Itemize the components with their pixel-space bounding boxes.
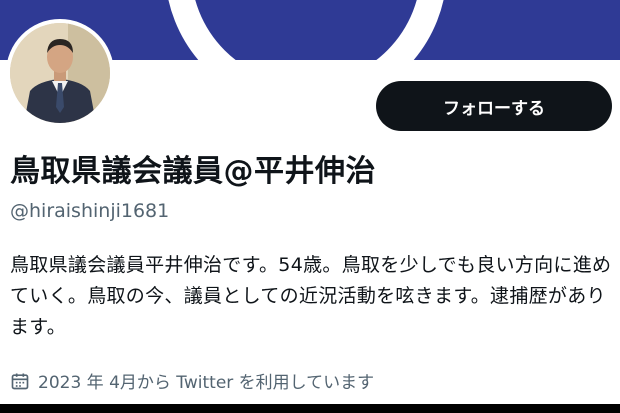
- display-name: 鳥取県議会議員@平井伸治: [10, 154, 376, 189]
- avatar-photo: [10, 23, 110, 123]
- avatar[interactable]: [6, 19, 114, 127]
- joined-text: 2023 年 4月から Twitter を利用しています: [38, 373, 375, 393]
- profile-bio: 鳥取県議会議員平井伸治です。54歳。鳥取を少しでも良い方向に進めていく。鳥取の今…: [10, 254, 612, 338]
- calendar-icon: [11, 373, 29, 389]
- avatar-person-illustration: [10, 23, 110, 123]
- user-handle: @hiraishinji1681: [10, 200, 170, 222]
- bottom-edge-bar: [0, 404, 620, 413]
- joined-date: 2023 年 4月から Twitter を利用しています: [10, 368, 374, 393]
- follow-button[interactable]: フォローする: [376, 81, 612, 131]
- banner-logo-ring: [165, 0, 447, 60]
